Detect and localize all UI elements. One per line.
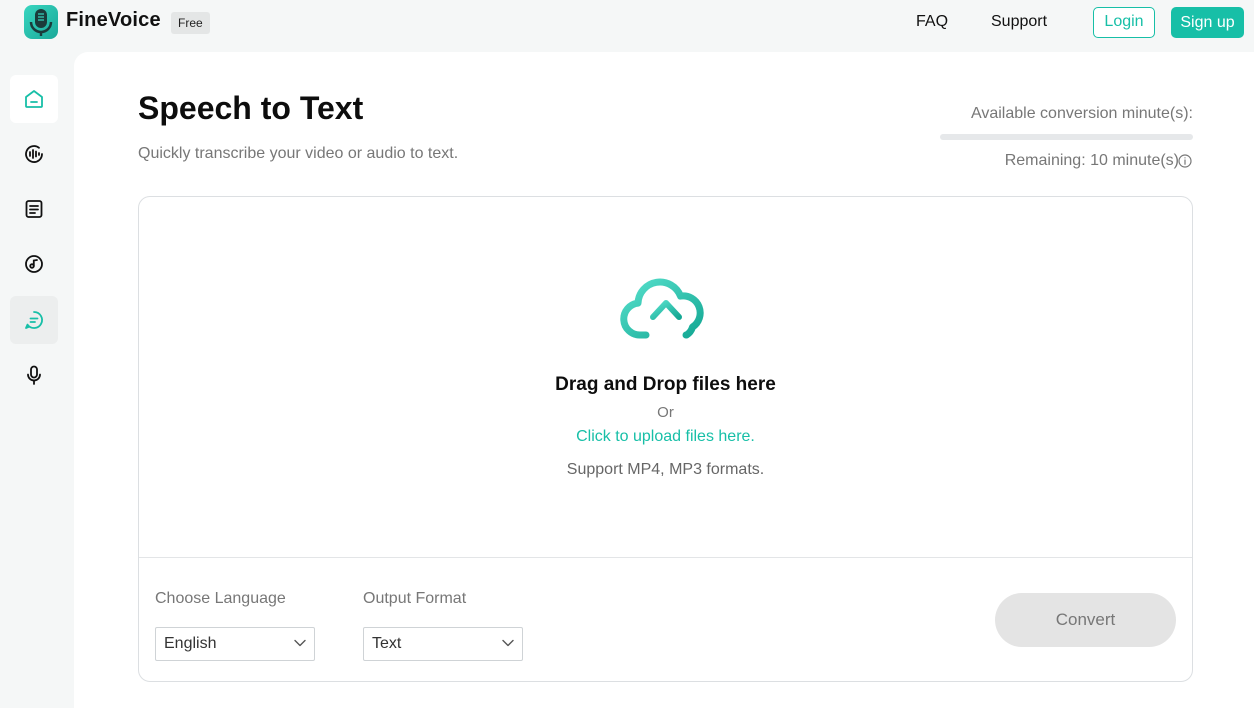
upload-files-link[interactable]: Click to upload files here. <box>139 428 1192 446</box>
main-panel: Speech to Text Quickly transcribe your v… <box>74 52 1254 708</box>
speech-bubble-icon <box>25 311 43 329</box>
cloud-upload-icon <box>620 278 704 352</box>
login-button[interactable]: Login <box>1093 7 1155 38</box>
sidebar-item-voice-changer[interactable] <box>10 130 58 178</box>
nav-faq-link[interactable]: FAQ <box>916 13 948 31</box>
language-select[interactable]: English <box>155 627 315 661</box>
finevoice-logo-icon[interactable] <box>24 5 58 39</box>
music-icon <box>25 255 43 273</box>
page-subtitle: Quickly transcribe your video or audio t… <box>138 145 459 162</box>
quota-remaining: Remaining: 10 minute(s) <box>1004 152 1179 169</box>
quota-progress-bar <box>940 134 1193 140</box>
signup-button[interactable]: Sign up <box>1171 7 1244 38</box>
format-label: Output Format <box>363 590 467 607</box>
sidebar-item-home[interactable] <box>10 75 58 123</box>
upload-card: Drag and Drop files here Or Click to upl… <box>138 196 1193 682</box>
voice-changer-icon <box>25 145 43 163</box>
document-icon <box>25 200 43 218</box>
microphone-icon <box>27 365 41 385</box>
sidebar-item-speech-to-text[interactable] <box>10 296 58 344</box>
drop-title: Drag and Drop files here <box>555 374 776 395</box>
nav-support-link[interactable]: Support <box>991 13 1047 31</box>
drop-zone[interactable]: Drag and Drop files here Or Click to upl… <box>139 197 1192 558</box>
language-value: English <box>164 635 217 652</box>
info-icon[interactable] <box>1178 154 1192 168</box>
quota-label: Available conversion minute(s): <box>970 105 1193 122</box>
sidebar-item-document[interactable] <box>10 185 58 233</box>
plan-badge: Free <box>171 12 210 34</box>
sidebar-item-music[interactable] <box>10 240 58 288</box>
brand-name[interactable]: FineVoice <box>66 9 161 32</box>
sidebar <box>0 60 64 708</box>
drop-or-text: Or <box>657 404 674 421</box>
page-title: Speech to Text <box>138 90 364 126</box>
chevron-down-icon <box>502 639 514 647</box>
chevron-down-icon <box>294 639 306 647</box>
language-label: Choose Language <box>155 590 286 607</box>
supported-formats-text: Support MP4, MP3 formats. <box>566 461 765 478</box>
format-value: Text <box>372 635 402 652</box>
home-icon <box>25 90 43 108</box>
top-header: FineVoice Free FAQ Support Login Sign up <box>0 0 1254 46</box>
format-select[interactable]: Text <box>363 627 523 661</box>
convert-button[interactable]: Convert <box>995 593 1176 647</box>
sidebar-item-microphone[interactable] <box>10 351 58 399</box>
